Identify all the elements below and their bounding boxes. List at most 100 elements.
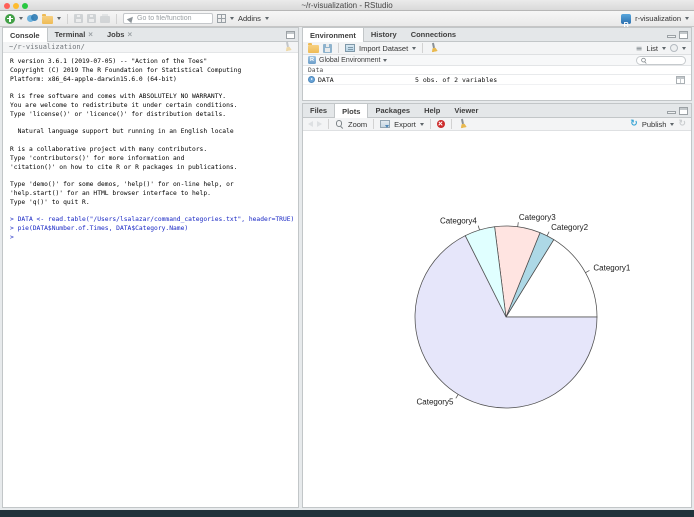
- workspace: Console Terminal Jobs ~/r-visualization/: [0, 27, 694, 508]
- console-line: Copyright (C) 2019 The R Foundation for …: [10, 66, 242, 74]
- print-icon: [100, 14, 110, 23]
- tab-console[interactable]: Console: [3, 28, 48, 42]
- maximize-pane-icon[interactable]: [286, 31, 295, 39]
- tab-environment[interactable]: Environment: [303, 28, 364, 42]
- addins-caret-icon[interactable]: [264, 17, 269, 20]
- export-plot-icon[interactable]: [380, 120, 391, 128]
- tab-files[interactable]: Files: [303, 104, 334, 117]
- goto-file-box[interactable]: [123, 13, 213, 24]
- console-line: 'citation()' on how to cite R or R packa…: [10, 163, 238, 171]
- console-line: >: [10, 233, 18, 241]
- pie-label-tick: [585, 270, 590, 273]
- zoom-plot-button[interactable]: Zoom: [348, 120, 367, 129]
- plots-tabstrip: Files Plots Packages Help Viewer: [303, 104, 691, 118]
- save-workspace-icon[interactable]: [323, 43, 332, 53]
- console-line: Type 'license()' or 'licence()' for dist…: [10, 110, 227, 118]
- minimize-pane-icon[interactable]: [667, 35, 676, 38]
- rstudio-window: ~/r-visualization - RStudio Addins r-vis…: [0, 0, 694, 510]
- project-caret-icon[interactable]: [685, 17, 689, 20]
- scope-caret-icon[interactable]: [383, 58, 388, 62]
- environment-pane: Environment History Connections Import D…: [302, 27, 692, 101]
- pie-label: Category5: [417, 398, 454, 407]
- console-line: Type 'contributors()' for more informati…: [10, 154, 185, 162]
- view-table-icon[interactable]: [676, 75, 685, 84]
- tab-connections[interactable]: Connections: [404, 28, 463, 41]
- plot-area: Category1 Category2 Category3 Category4 Cate…: [303, 132, 691, 507]
- workspace-panes-icon[interactable]: [217, 14, 226, 23]
- toolbar-separator: [116, 13, 117, 24]
- refresh-plot-icon: [678, 119, 686, 129]
- close-icon[interactable]: [88, 28, 93, 41]
- close-window-button[interactable]: [4, 2, 10, 9]
- export-caret-icon[interactable]: [419, 122, 424, 126]
- import-dataset-icon[interactable]: [345, 44, 355, 52]
- maximize-pane-icon[interactable]: [679, 107, 688, 115]
- console-tabstrip: Console Terminal Jobs: [3, 28, 298, 42]
- open-file-icon[interactable]: [42, 13, 53, 24]
- zoom-plot-icon[interactable]: [335, 120, 344, 129]
- list-view-button[interactable]: List: [646, 44, 658, 53]
- refresh-environment-icon[interactable]: [670, 44, 678, 52]
- tab-terminal[interactable]: Terminal: [48, 28, 100, 41]
- close-icon[interactable]: [127, 28, 132, 41]
- tab-packages[interactable]: Packages: [368, 104, 417, 117]
- search-icon: [640, 57, 646, 64]
- console-output[interactable]: R version 3.6.1 (2019-07-05) -- "Action …: [3, 54, 298, 507]
- console-working-dir-bar: ~/r-visualization/: [3, 42, 298, 53]
- refresh-caret-icon[interactable]: [682, 46, 686, 50]
- tab-viewer[interactable]: Viewer: [447, 104, 485, 117]
- minimize-window-button[interactable]: [13, 2, 19, 9]
- publish-icon[interactable]: [630, 119, 638, 129]
- zoom-window-button[interactable]: [22, 2, 28, 9]
- publish-caret-icon[interactable]: [670, 122, 675, 126]
- clear-all-plots-icon[interactable]: [457, 118, 468, 130]
- console-line: R is free software and comes with ABSOLU…: [10, 93, 227, 101]
- object-summary: 5 obs. of 2 variables: [415, 75, 498, 84]
- workspace-panes-caret-icon[interactable]: [230, 17, 234, 20]
- toolbar-separator: [67, 13, 68, 24]
- environment-search-box[interactable]: [636, 55, 686, 65]
- publish-button[interactable]: Publish: [642, 120, 667, 129]
- plots-pane: Files Plots Packages Help Viewer Zoom Ex…: [302, 103, 692, 508]
- tab-help[interactable]: Help: [417, 104, 447, 117]
- new-project-icon[interactable]: [27, 14, 38, 23]
- minimize-pane-icon[interactable]: [667, 111, 676, 114]
- object-row[interactable]: DATA 5 obs. of 2 variables: [303, 75, 691, 85]
- toolbar-separator: [429, 119, 431, 129]
- addins-button[interactable]: Addins: [238, 14, 261, 23]
- open-recent-caret-icon[interactable]: [57, 17, 61, 20]
- project-menu-button[interactable]: r-visualization: [635, 14, 681, 23]
- previous-plot-icon: [308, 121, 313, 127]
- environment-search-input[interactable]: [646, 56, 682, 64]
- tab-history[interactable]: History: [364, 28, 404, 41]
- console-line: Type 'q()' to quit R.: [10, 198, 90, 206]
- list-view-caret-icon[interactable]: [662, 46, 666, 50]
- pie-label-tick: [455, 394, 459, 399]
- clear-console-icon[interactable]: [282, 41, 293, 53]
- environment-toolbar: Import Dataset List: [303, 42, 691, 55]
- remove-plot-icon[interactable]: [436, 120, 445, 128]
- object-name[interactable]: DATA: [318, 76, 334, 84]
- load-workspace-icon[interactable]: [308, 43, 319, 53]
- tab-jobs[interactable]: Jobs: [100, 28, 139, 41]
- tab-plots[interactable]: Plots: [334, 104, 369, 118]
- new-file-caret-icon[interactable]: [19, 17, 23, 20]
- window-title: ~/r-visualization - RStudio: [301, 0, 393, 10]
- import-dataset-caret-icon[interactable]: [412, 46, 417, 50]
- new-file-icon[interactable]: [5, 13, 15, 24]
- import-dataset-button[interactable]: Import Dataset: [359, 44, 408, 53]
- environment-scope-selector[interactable]: Global Environment: [319, 57, 380, 64]
- expand-object-icon[interactable]: [308, 76, 315, 83]
- maximize-pane-icon[interactable]: [679, 31, 688, 39]
- environment-scope-bar: Global Environment: [303, 55, 691, 66]
- console-line: R is a collaborative project with many c…: [10, 145, 208, 153]
- toolbar-separator: [338, 43, 339, 53]
- goto-file-input[interactable]: [137, 15, 207, 22]
- clear-objects-icon[interactable]: [428, 42, 439, 54]
- pie-label: Category4: [440, 217, 477, 226]
- export-plot-button[interactable]: Export: [394, 120, 416, 129]
- list-view-icon: [636, 44, 643, 53]
